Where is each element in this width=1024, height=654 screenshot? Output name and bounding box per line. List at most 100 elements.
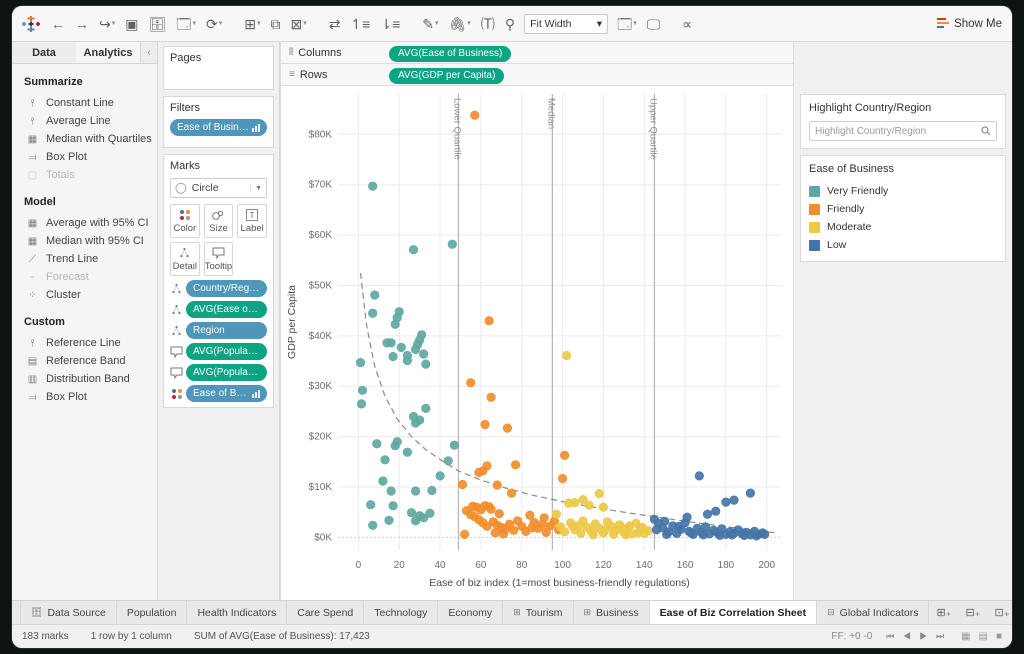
data-point-friendly[interactable] bbox=[457, 479, 468, 490]
new-dashboard-button[interactable]: ⊟₊ bbox=[958, 601, 987, 624]
fix-axes-icon[interactable]: ⚲ bbox=[500, 13, 520, 35]
marks-button-color[interactable]: Color bbox=[170, 204, 200, 238]
new-worksheet-icon[interactable]: ⊞ ▾ bbox=[239, 13, 265, 35]
sheet-tab-tourism[interactable]: ⊞ Tourism bbox=[503, 601, 574, 624]
data-point-low[interactable] bbox=[660, 516, 670, 526]
analytics-item-box-plot[interactable]: ⫤ Box Plot bbox=[12, 148, 157, 166]
new-data-source-icon[interactable]: 🗄 bbox=[143, 13, 171, 35]
analytics-item-median-with-95-ci[interactable]: ▦ Median with 95% CI bbox=[12, 232, 157, 250]
data-point-friendly[interactable] bbox=[486, 504, 496, 514]
sheet-tab-technology[interactable]: Technology bbox=[364, 601, 439, 624]
marks-button-size[interactable]: Size bbox=[203, 204, 234, 238]
show-me-button[interactable]: Show Me bbox=[937, 18, 1002, 30]
columns-shelf[interactable]: ⫴ Columns AVG(Ease of Business) bbox=[280, 42, 793, 64]
analytics-item-distribution-band[interactable]: ▥ Distribution Band bbox=[12, 370, 157, 388]
data-point-low[interactable] bbox=[715, 530, 725, 541]
highlight-icon[interactable]: ✎ ▾ bbox=[417, 13, 443, 35]
redo-icon[interactable]: → bbox=[70, 13, 94, 35]
replay-icon[interactable]: ↪ ▾ bbox=[94, 13, 120, 35]
data-point-moderate[interactable] bbox=[562, 350, 572, 361]
group-members-icon[interactable]: 🖇 ▾ bbox=[444, 13, 476, 35]
data-point-low[interactable] bbox=[698, 530, 709, 540]
data-point-friendly[interactable] bbox=[502, 423, 512, 433]
sheet-tab-population[interactable]: Population bbox=[117, 601, 188, 624]
sheet-tab-business[interactable]: ⊞ Business bbox=[574, 601, 650, 624]
sheet-tab-care-spend[interactable]: Care Spend bbox=[287, 601, 365, 624]
sheet-sort-view-icon[interactable]: ▦ bbox=[961, 631, 970, 642]
presentation-mode-icon[interactable]: 🖵 bbox=[642, 13, 666, 35]
data-point-friendly[interactable] bbox=[460, 529, 470, 540]
data-point-friendly[interactable] bbox=[527, 523, 537, 533]
page-nav-arrows[interactable]: ⏮ ◀ ▶ ⏭ bbox=[886, 631, 947, 642]
data-point-low[interactable] bbox=[721, 497, 731, 507]
data-point-friendly[interactable] bbox=[490, 528, 500, 538]
save-icon[interactable]: ▣ bbox=[120, 13, 143, 35]
filter-pill[interactable]: Ease of Business (cl.. bbox=[170, 119, 267, 136]
data-point-friendly[interactable] bbox=[484, 316, 494, 326]
data-point-friendly[interactable] bbox=[558, 473, 568, 484]
data-point-very-friendly[interactable] bbox=[427, 485, 437, 496]
scatter-plot[interactable]: Lower Quartile Median Upper Quartile $0K $10… bbox=[280, 86, 793, 600]
sidebar-tab-analytics[interactable]: Analytics bbox=[76, 42, 141, 63]
legend-item-moderate[interactable]: Moderate bbox=[809, 218, 997, 236]
data-point-low[interactable] bbox=[729, 495, 739, 505]
new-story-button[interactable]: ⊡₊ bbox=[988, 601, 1012, 624]
data-point-very-friendly[interactable] bbox=[443, 456, 453, 466]
data-point-very-friendly[interactable] bbox=[355, 358, 366, 368]
data-point-friendly[interactable] bbox=[498, 529, 508, 539]
data-point-very-friendly[interactable] bbox=[411, 516, 421, 526]
data-point-moderate[interactable] bbox=[560, 527, 570, 537]
clear-sheet-icon[interactable]: ⊠ ▾ bbox=[285, 13, 311, 35]
data-point-very-friendly[interactable] bbox=[449, 440, 459, 450]
data-point-very-friendly[interactable] bbox=[408, 245, 419, 255]
analytics-item-box-plot[interactable]: ⫤ Box Plot bbox=[12, 388, 157, 406]
data-point-moderate[interactable] bbox=[600, 525, 611, 535]
data-point-friendly[interactable] bbox=[511, 460, 521, 470]
sheet-tab-health-indicators[interactable]: Health Indicators bbox=[187, 601, 288, 624]
marks-pill[interactable]: AVG(Population .. bbox=[186, 343, 267, 360]
legend-item-very-friendly[interactable]: Very Friendly bbox=[809, 182, 997, 200]
data-point-very-friendly[interactable] bbox=[411, 344, 421, 355]
marks-pill[interactable]: AVG(Population .. bbox=[186, 364, 267, 381]
marks-button-detail[interactable]: Detail bbox=[170, 242, 200, 276]
data-point-very-friendly[interactable] bbox=[411, 486, 421, 496]
data-point-friendly[interactable] bbox=[494, 509, 504, 519]
data-point-very-friendly[interactable] bbox=[388, 501, 398, 511]
sheet-tab-economy[interactable]: Economy bbox=[438, 601, 504, 624]
data-point-friendly[interactable] bbox=[492, 480, 502, 490]
data-point-very-friendly[interactable] bbox=[386, 486, 396, 496]
data-point-low[interactable] bbox=[651, 525, 662, 535]
data-point-moderate[interactable] bbox=[609, 529, 619, 540]
data-point-low[interactable] bbox=[686, 528, 696, 538]
data-point-very-friendly[interactable] bbox=[406, 508, 417, 518]
data-point-very-friendly[interactable] bbox=[378, 476, 388, 486]
sheet-tab-global-indicators[interactable]: ⊟ Global Indicators bbox=[817, 601, 930, 624]
data-point-very-friendly[interactable] bbox=[368, 520, 378, 530]
data-point-moderate[interactable] bbox=[637, 522, 647, 532]
analytics-item-constant-line[interactable]: ⫯ Constant Line bbox=[12, 94, 157, 112]
duplicate-sheet-icon[interactable]: ⧉ bbox=[265, 13, 285, 35]
analytics-item-reference-line[interactable]: ⫯ Reference Line bbox=[12, 334, 157, 352]
data-point-very-friendly[interactable] bbox=[380, 455, 390, 465]
data-point-very-friendly[interactable] bbox=[390, 319, 400, 329]
rows-shelf[interactable]: ≡ Rows AVG(GDP per Capita) bbox=[280, 64, 793, 86]
data-point-very-friendly[interactable] bbox=[447, 239, 457, 249]
data-point-very-friendly[interactable] bbox=[372, 439, 382, 449]
data-point-very-friendly[interactable] bbox=[421, 403, 431, 414]
new-worksheet-button[interactable]: ⊞₊ bbox=[929, 601, 958, 624]
run-update-icon[interactable]: ⟳ ▾ bbox=[201, 13, 227, 35]
data-point-friendly[interactable] bbox=[474, 467, 484, 478]
marks-pill[interactable]: Country/Region bbox=[186, 280, 267, 297]
sidebar-tab-data[interactable]: Data bbox=[12, 42, 76, 63]
legend-item-low[interactable]: Low bbox=[809, 236, 997, 254]
sort-descending-icon[interactable]: ⇂≡ bbox=[375, 13, 405, 35]
data-point-moderate[interactable] bbox=[594, 489, 604, 499]
sheet-tab-ease-of-biz-correlation-sheet[interactable]: Ease of Biz Correlation Sheet bbox=[649, 601, 818, 624]
data-point-moderate[interactable] bbox=[570, 498, 580, 508]
data-point-very-friendly[interactable] bbox=[402, 355, 412, 366]
data-point-friendly[interactable] bbox=[480, 419, 490, 430]
data-point-very-friendly[interactable] bbox=[366, 500, 376, 510]
data-point-moderate[interactable] bbox=[625, 521, 635, 531]
data-point-low[interactable] bbox=[760, 529, 770, 540]
share-icon[interactable]: ∝ bbox=[677, 13, 697, 35]
